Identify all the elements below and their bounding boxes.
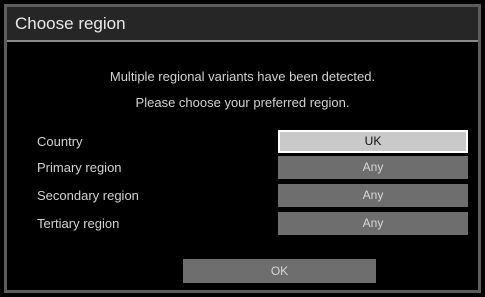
title-bar: Choose region (7, 7, 478, 42)
choose-region-dialog: Choose region Multiple regional variants… (4, 4, 481, 293)
message-line-1: Multiple regional variants have been det… (109, 69, 376, 84)
country-selector[interactable]: UK (278, 130, 468, 153)
message-line-2: Please choose your preferred region. (135, 95, 350, 110)
secondary-region-label: Secondary region (37, 188, 139, 203)
tertiary-region-label: Tertiary region (37, 216, 120, 231)
dialog-title: Choose region (15, 14, 126, 33)
country-label: Country (37, 134, 83, 149)
tertiary-region-selector[interactable]: Any (278, 212, 468, 235)
primary-region-selector[interactable]: Any (278, 156, 468, 179)
ok-button[interactable]: OK (183, 259, 376, 283)
secondary-region-selector[interactable]: Any (278, 184, 468, 207)
primary-region-label: Primary region (37, 160, 122, 175)
